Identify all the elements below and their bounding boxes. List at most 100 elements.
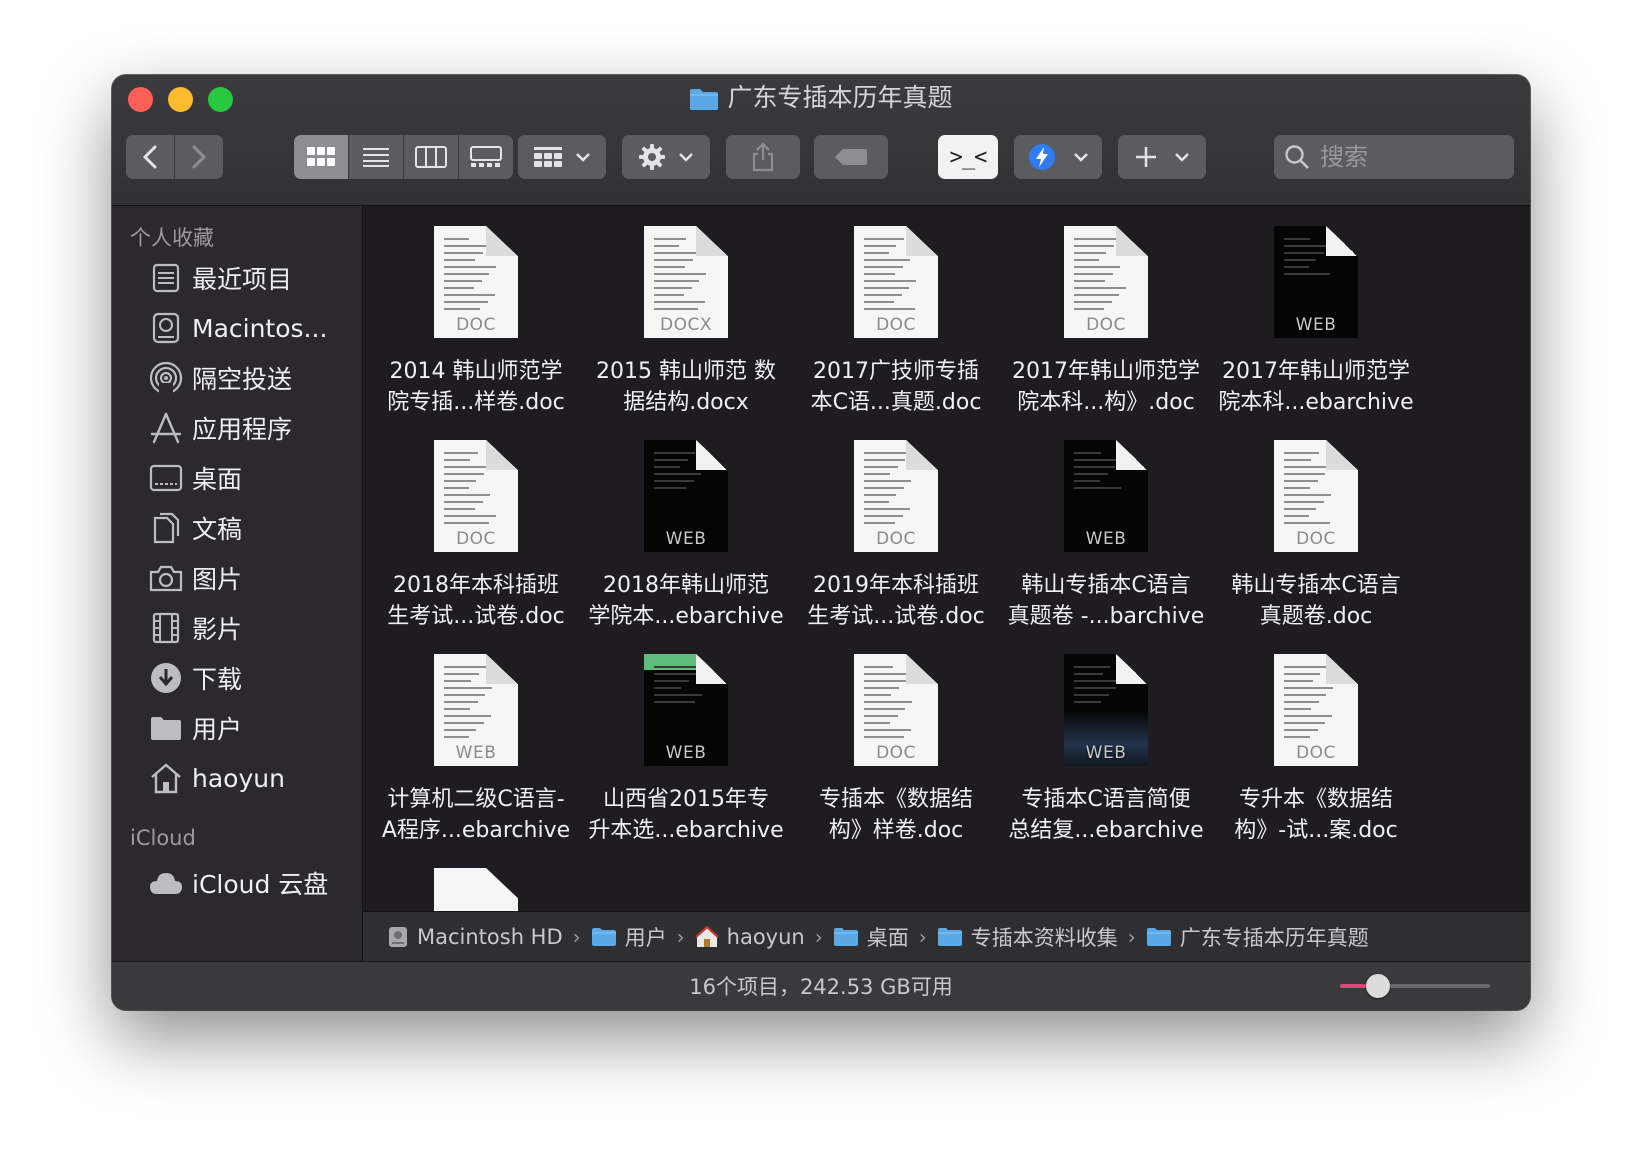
chevron-right-icon: › xyxy=(814,925,823,949)
file-item[interactable]: DOC 专插本《数据结 构》样卷.doc xyxy=(791,654,1001,846)
file-name-line: 2018年韩山师范 xyxy=(603,573,769,598)
file-item[interactable]: DOC 2019年本科插班 生考试...试卷.doc xyxy=(791,440,1001,632)
file-item[interactable]: WEB 计算机二级C语言- A程序...ebarchive xyxy=(371,654,581,846)
sidebar-item-desktop[interactable]: 桌面 xyxy=(148,458,242,498)
thumbnail-line xyxy=(1074,301,1112,303)
file-name-line: 专插本《数据结 xyxy=(818,787,973,812)
file-item[interactable]: DOC 2018年本科插班 生考试...试卷.doc xyxy=(371,440,581,632)
thumbnail-line xyxy=(444,687,493,689)
thumbnail-line xyxy=(864,294,902,296)
chevron-down-icon xyxy=(576,153,590,162)
thumbnail-line xyxy=(1074,459,1123,461)
thumbnail-line xyxy=(1284,452,1319,454)
path-crumb-label: haoyun xyxy=(726,925,805,949)
thumbnail-line xyxy=(864,522,896,524)
title-toolbar: 广东专插本历年真题 >_< 搜索 xyxy=(112,75,1530,206)
path-crumb[interactable]: 桌面 xyxy=(833,922,909,952)
lightning-app-icon xyxy=(1029,144,1055,170)
file-item[interactable]: DOCX 2015 韩山师范 数据结构.docx xyxy=(581,226,791,418)
search-field[interactable] xyxy=(1274,135,1514,179)
thumbnail-line xyxy=(654,680,689,682)
thumbnail-line xyxy=(1074,487,1122,489)
sidebar-item-documents[interactable]: 文稿 xyxy=(148,508,242,548)
icon-size-slider[interactable] xyxy=(1340,974,1490,998)
thumbnail-line xyxy=(864,273,896,275)
file-extension-label: DOC xyxy=(876,315,916,335)
thumbnail-line xyxy=(444,245,490,247)
path-crumb[interactable]: 用户 xyxy=(591,922,667,952)
sidebar-item-downloads[interactable]: 下载 xyxy=(148,658,242,698)
thumbnail-line xyxy=(444,466,492,468)
file-extension-label: WEB xyxy=(455,743,497,763)
file-item[interactable]: DOC 2017年韩山师范学 院本科...构》.doc xyxy=(1001,226,1211,418)
sidebar-item-users[interactable]: 用户 xyxy=(148,708,242,748)
path-crumb[interactable]: 专插本资料收集 xyxy=(937,922,1118,952)
quick-action-button[interactable] xyxy=(1014,135,1102,179)
terminal-label: >_< xyxy=(949,144,988,170)
file-item[interactable]: DOC 专升本《数据结 构》-试...案.doc xyxy=(1211,654,1421,846)
gear-icon xyxy=(639,144,665,170)
slider-knob[interactable] xyxy=(1365,974,1390,998)
sidebar-item-icloud-drive[interactable]: iCloud 云盘 xyxy=(148,863,328,903)
gallery-view-button[interactable] xyxy=(459,135,513,179)
file-item[interactable]: DOC 韩山专插本C语言 真题卷.doc xyxy=(1211,440,1421,632)
search-input[interactable] xyxy=(1318,142,1512,172)
file-name: 专升本《数据结 构》-试...案.doc xyxy=(1211,784,1421,846)
file-name-line: 院专插...样卷.doc xyxy=(387,390,565,415)
chevron-right-icon: › xyxy=(572,925,581,949)
sidebar-item-label: 应用程序 xyxy=(192,415,293,444)
file-item[interactable]: WEB 2017年韩山师范学 院本科...ebarchive xyxy=(1211,226,1421,418)
path-crumb[interactable]: Macintosh HD xyxy=(387,925,563,949)
back-button[interactable] xyxy=(126,135,175,179)
sidebar-item-home[interactable]: haoyun xyxy=(148,758,285,798)
sidebar-item-recents[interactable]: 最近项目 xyxy=(148,258,292,298)
thumbnail-line xyxy=(654,245,680,247)
thumbnail-line xyxy=(444,487,470,489)
thumbnail-line xyxy=(444,259,476,261)
thumbnail-line xyxy=(864,473,891,475)
terminal-button[interactable]: >_< xyxy=(938,135,998,179)
sidebar-item-pictures[interactable]: 图片 xyxy=(148,558,242,598)
file-item[interactable]: WEB 韩山专插本C语言 真题卷 -...barchive xyxy=(1001,440,1211,632)
column-view-button[interactable] xyxy=(404,135,459,179)
list-view-button[interactable] xyxy=(349,135,404,179)
harddisk-icon xyxy=(148,310,184,346)
thumbnail-line xyxy=(444,736,470,738)
sidebar-item-movies[interactable]: 影片 xyxy=(148,608,242,648)
file-thumbnail: WEB xyxy=(644,440,728,552)
tags-button[interactable] xyxy=(814,135,888,179)
file-extension-label: WEB xyxy=(665,743,707,763)
downloads-icon xyxy=(148,660,184,696)
thumbnail-line xyxy=(444,473,484,475)
file-item-partial[interactable] xyxy=(371,868,581,912)
file-item[interactable]: WEB 专插本C语言简便 总结复...ebarchive xyxy=(1001,654,1211,846)
thumbnail-line xyxy=(1284,522,1330,524)
thumbnail-line xyxy=(1284,673,1320,675)
path-crumb[interactable]: 广东专插本历年真题 xyxy=(1146,922,1369,952)
new-item-button[interactable] xyxy=(1118,135,1206,179)
file-grid: DOC 2014 韩山师范学 院专插...样卷.doc DOCX 2015 韩山师范 数… xyxy=(363,206,1530,912)
group-by-button[interactable] xyxy=(518,135,606,179)
forward-button[interactable] xyxy=(175,135,223,179)
action-button[interactable] xyxy=(622,135,710,179)
file-name-line: 真题卷.doc xyxy=(1259,604,1373,629)
thumbnail-line xyxy=(864,694,892,696)
thumbnail-line xyxy=(1284,466,1333,468)
icon-view-button[interactable] xyxy=(294,135,349,179)
file-item[interactable]: DOC 2014 韩山师范学 院专插...样卷.doc xyxy=(371,226,581,418)
sidebar-item-airdrop[interactable]: 隔空投送 xyxy=(148,358,292,398)
thumbnail-line xyxy=(444,266,497,268)
file-item[interactable]: WEB 山西省2015年专 升本选...ebarchive xyxy=(581,654,791,846)
file-name: 专插本C语言简便 总结复...ebarchive xyxy=(1001,784,1211,846)
thumbnail-line xyxy=(444,294,495,296)
file-name-line: 升本选...ebarchive xyxy=(588,818,784,843)
share-button[interactable] xyxy=(726,135,800,179)
file-name-line: 院本科...构》.doc xyxy=(1017,390,1195,415)
sidebar-item-applications[interactable]: 应用程序 xyxy=(148,408,292,448)
path-crumb[interactable]: haoyun xyxy=(694,925,805,949)
file-item[interactable]: DOC 2017广技师专插 本C语...真题.doc xyxy=(791,226,1001,418)
sidebar-item-macintosh-hd[interactable]: Macintos... xyxy=(148,308,327,348)
file-item[interactable]: WEB 2018年韩山师范 学院本...ebarchive xyxy=(581,440,791,632)
file-thumbnail: DOC xyxy=(434,440,518,552)
file-thumbnail: DOC xyxy=(1064,226,1148,338)
